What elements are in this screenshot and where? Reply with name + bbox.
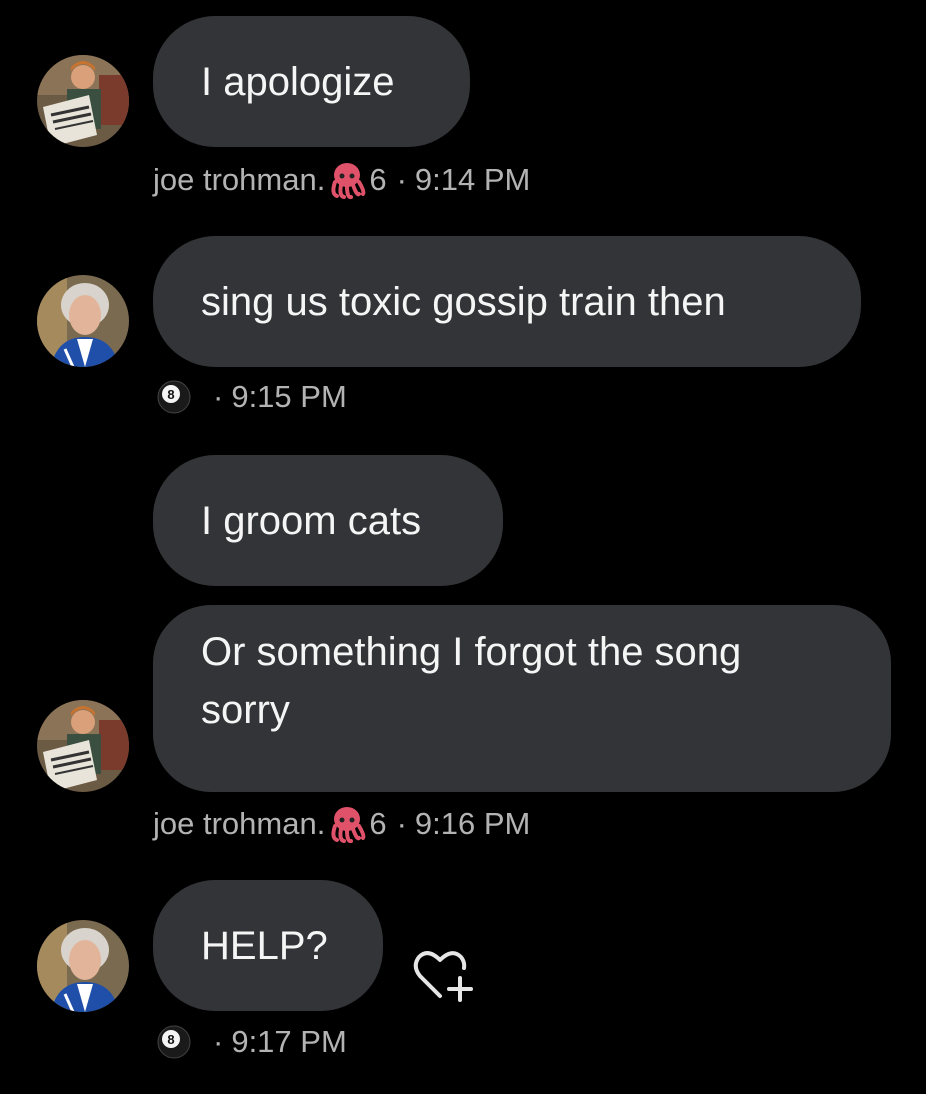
- message-bubble-4[interactable]: Or something I forgot the song sorry: [153, 605, 891, 792]
- message-text-line-2: sorry: [201, 688, 290, 732]
- message-text: I groom cats: [201, 498, 422, 543]
- message-text-line-1: Or something I forgot the song: [201, 630, 742, 674]
- 8-ball-icon: 8: [157, 1025, 191, 1059]
- svg-text:8: 8: [167, 387, 174, 402]
- conan-newspaper-avatar: [37, 700, 129, 792]
- message-bubble-2[interactable]: sing us toxic gossip train then: [153, 236, 861, 367]
- conan-newspaper-avatar: [37, 55, 129, 147]
- octopus-icon: [331, 807, 366, 844]
- sender-number: 6: [369, 806, 387, 841]
- message-meta-1: joe trohman. 6 · 9:14 PM: [153, 160, 530, 200]
- timestamp: 9:14 PM: [414, 162, 531, 197]
- svg-text:8: 8: [167, 1032, 174, 1047]
- sender-name[interactable]: joe trohman.: [153, 806, 325, 842]
- avatar-8ball-user[interactable]: [37, 920, 129, 1012]
- separator: ·: [213, 1024, 224, 1059]
- message-text: HELP?: [201, 923, 328, 968]
- message-bubble-3[interactable]: I groom cats: [153, 455, 503, 586]
- woman-avatar: [37, 920, 129, 1012]
- avatar-joe-trohman[interactable]: [37, 700, 129, 792]
- message-meta-5: 8 · 9:17 PM: [157, 1022, 347, 1062]
- avatar-8ball-user[interactable]: [37, 275, 129, 367]
- heart-plus-icon: [413, 951, 473, 1002]
- timestamp: 9:17 PM: [231, 1024, 347, 1059]
- message-bubble-5[interactable]: HELP?: [153, 880, 383, 1011]
- message-text: sing us toxic gossip train then: [201, 279, 726, 324]
- message-meta-4: joe trohman. 6 · 9:16 PM: [153, 804, 530, 844]
- sender-number: 6: [369, 162, 387, 197]
- 8-ball-icon: 8: [157, 380, 191, 414]
- separator: ·: [213, 379, 224, 414]
- message-text: I apologize: [201, 59, 395, 104]
- add-reaction-button[interactable]: [410, 944, 480, 1006]
- octopus-icon: [331, 163, 366, 200]
- separator: ·: [396, 806, 407, 841]
- timestamp: 9:16 PM: [414, 806, 531, 841]
- separator: ·: [396, 162, 407, 197]
- timestamp: 9:15 PM: [231, 379, 347, 414]
- avatar-joe-trohman[interactable]: [37, 55, 129, 147]
- message-bubble-1[interactable]: I apologize: [153, 16, 470, 147]
- woman-avatar: [37, 275, 129, 367]
- message-meta-2: 8 · 9:15 PM: [157, 377, 347, 417]
- sender-name[interactable]: joe trohman.: [153, 162, 325, 198]
